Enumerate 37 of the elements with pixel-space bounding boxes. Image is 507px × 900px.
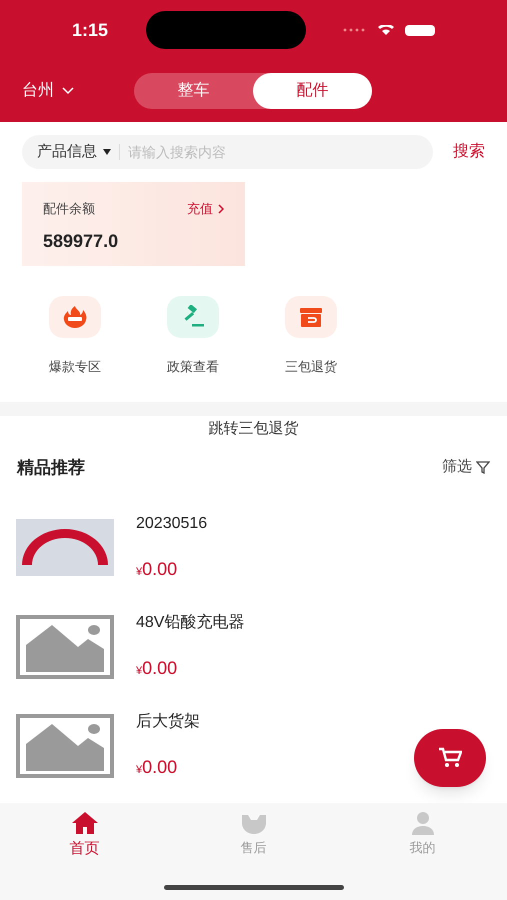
chevron-right-icon — [218, 204, 224, 214]
category-dropdown[interactable]: 产品信息 — [37, 140, 111, 164]
shortcut-item[interactable]: 三包退货 — [252, 296, 370, 402]
search-button[interactable]: 搜索 — [453, 140, 485, 164]
caret-icon — [103, 149, 111, 155]
wifi-icon — [377, 25, 395, 35]
status-time: 1:15 — [72, 18, 108, 42]
flame-icon — [49, 296, 101, 338]
cart-icon — [438, 747, 462, 769]
image-placeholder-icon — [16, 714, 114, 778]
image-placeholder-icon — [16, 614, 114, 678]
gavel-icon — [167, 296, 219, 338]
product-item[interactable]: 20230516 ¥0.00 — [16, 498, 491, 597]
shortcut-item[interactable]: 政策查看 — [134, 296, 252, 402]
chevron-down-icon — [62, 87, 74, 95]
balance-label: 配件余额 — [43, 200, 95, 218]
product-price: ¥0.00 — [136, 756, 178, 779]
product-item[interactable]: 后大货架 ¥0.00 — [16, 696, 491, 795]
product-price: ¥0.00 — [136, 558, 178, 581]
battery-icon — [405, 24, 435, 36]
filter-button[interactable]: 筛选 — [442, 456, 490, 478]
segment-tab[interactable]: 配件 — [253, 73, 372, 109]
recharge-link[interactable]: 充值 — [187, 199, 224, 218]
return-link[interactable]: 跳转三包退货 — [0, 418, 507, 440]
product-price: ¥0.00 — [136, 657, 178, 680]
product-item[interactable]: 48V铅酸充电器 ¥0.00 — [16, 597, 491, 696]
home-icon — [70, 811, 98, 835]
filter-icon — [476, 460, 490, 474]
segment-tab[interactable]: 整车 — [134, 73, 253, 109]
search-field[interactable]: 产品信息 请输入搜索内容 — [22, 135, 433, 169]
balance-amount: 589977.0 — [43, 230, 120, 252]
shortcut-item[interactable]: 爆款专区 — [16, 296, 134, 402]
tab-bar-item[interactable]: 首页 — [0, 811, 169, 861]
section-title: 精品推荐 — [17, 456, 85, 478]
city-selector[interactable]: 台州 — [22, 79, 134, 103]
signal-icon — [343, 28, 367, 32]
return-box-icon — [285, 296, 337, 338]
